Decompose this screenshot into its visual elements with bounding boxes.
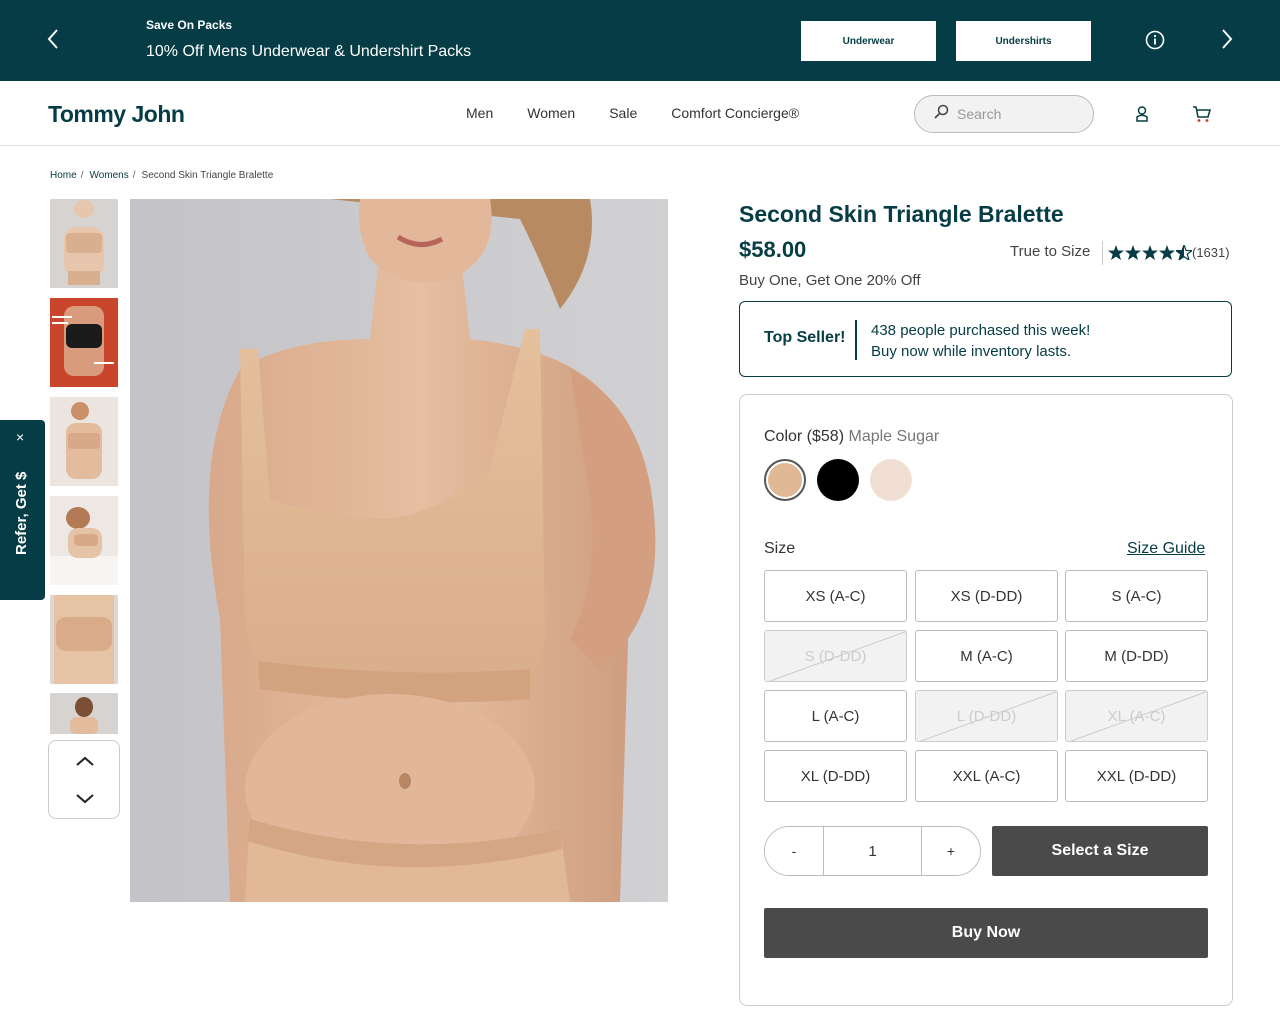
quantity-stepper: - 1 +	[764, 826, 981, 876]
size-option[interactable]: XL (A-C)	[1065, 690, 1208, 742]
fit-indicator: True to Size	[1010, 243, 1091, 260]
user-icon[interactable]	[1133, 105, 1151, 123]
breadcrumb: Home / Womens / Second Skin Triangle Bra…	[50, 170, 273, 181]
breadcrumb-current: Second Skin Triangle Bralette	[141, 170, 274, 181]
thumbnail-5[interactable]	[50, 595, 118, 684]
quantity-decrease-button[interactable]: -	[765, 827, 823, 875]
refer-tab[interactable]: × Refer, Get $	[0, 420, 45, 600]
nav-comfort-concierge[interactable]: Comfort Concierge®	[671, 105, 799, 121]
promo-kicker: Save On Packs	[146, 18, 233, 32]
product-title: Second Skin Triangle Bralette	[739, 201, 1064, 227]
star-rating[interactable]	[1108, 245, 1192, 260]
promo-banner: Save On Packs 10% Off Mens Underwear & U…	[0, 0, 1280, 81]
nav-men[interactable]: Men	[466, 105, 493, 121]
nav-women[interactable]: Women	[527, 105, 575, 121]
color-price-label: Color ($58)	[764, 428, 845, 445]
star-icon	[1142, 245, 1158, 260]
color-swatch-black[interactable]	[817, 459, 859, 501]
top-seller-tag: Top Seller!	[764, 329, 846, 346]
main-product-image[interactable]	[130, 199, 668, 902]
review-count[interactable]: (1631)	[1192, 245, 1230, 260]
size-option[interactable]: XXL (A-C)	[915, 750, 1058, 802]
undershirts-button[interactable]: Undershirts	[956, 21, 1091, 61]
search-input[interactable]	[957, 106, 1077, 122]
top-seller-message: 438 people purchased this week! Buy now …	[871, 320, 1090, 362]
rating-divider	[1102, 241, 1103, 265]
star-icon	[1125, 245, 1141, 260]
size-option[interactable]: S (A-C)	[1065, 570, 1208, 622]
thumbnail-6[interactable]	[50, 693, 118, 734]
chevron-up-icon[interactable]	[73, 751, 97, 771]
close-icon[interactable]: ×	[16, 429, 24, 445]
size-option[interactable]: L (A-C)	[764, 690, 907, 742]
size-label: Size	[764, 540, 796, 557]
chevron-down-icon[interactable]	[73, 789, 97, 809]
size-option[interactable]: XS (D-DD)	[915, 570, 1058, 622]
color-swatch-light[interactable]	[870, 459, 912, 501]
half-star-icon	[1176, 245, 1192, 260]
purchase-options-card: Color ($58) Maple Sugar Size Size Guide …	[739, 394, 1233, 1006]
chevron-right-icon[interactable]	[1212, 24, 1242, 54]
logo[interactable]: Tommy John	[48, 101, 185, 128]
size-option[interactable]: XS (A-C)	[764, 570, 907, 622]
color-label: Color ($58) Maple Sugar	[764, 428, 939, 446]
search-icon	[933, 104, 949, 125]
search-box[interactable]	[914, 95, 1094, 133]
top-seller-box: Top Seller! 438 people purchased this we…	[739, 301, 1232, 377]
thumbnail-nav	[48, 740, 120, 819]
thumbnail-2[interactable]	[50, 298, 118, 387]
top-seller-line: 438 people purchased this week!	[871, 322, 1091, 339]
size-option[interactable]: XL (D-DD)	[764, 750, 907, 802]
product-price: $58.00	[739, 237, 807, 262]
info-icon[interactable]	[1145, 30, 1165, 50]
breadcrumb-womens[interactable]: Womens	[89, 170, 128, 181]
promo-text: 10% Off Mens Underwear & Undershirt Pack…	[146, 43, 472, 60]
cart-icon[interactable]	[1192, 105, 1212, 123]
underwear-button[interactable]: Underwear	[801, 21, 936, 61]
main-nav: Men Women Sale Comfort Concierge®	[466, 105, 799, 121]
chevron-left-icon[interactable]	[38, 24, 68, 54]
refer-label[interactable]: Refer, Get $	[13, 455, 30, 555]
site-header: Tommy John Men Women Sale Comfort Concie…	[0, 81, 1280, 146]
size-option[interactable]: M (A-C)	[915, 630, 1058, 682]
star-icon	[1108, 245, 1124, 260]
size-option[interactable]: XXL (D-DD)	[1065, 750, 1208, 802]
breadcrumb-separator: /	[132, 170, 136, 181]
breadcrumb-home[interactable]: Home	[50, 170, 77, 181]
color-swatch-maple-sugar[interactable]	[764, 459, 806, 501]
nav-sale[interactable]: Sale	[609, 105, 637, 121]
star-icon	[1159, 245, 1175, 260]
buy-now-button[interactable]: Buy Now	[764, 908, 1208, 958]
thumbnail-1[interactable]	[50, 199, 118, 288]
size-option[interactable]: M (D-DD)	[1065, 630, 1208, 682]
size-option[interactable]: S (D-DD)	[764, 630, 907, 682]
breadcrumb-separator: /	[80, 170, 84, 181]
thumbnail-3[interactable]	[50, 397, 118, 486]
top-seller-line: Buy now while inventory lasts.	[871, 343, 1072, 360]
top-seller-divider	[855, 320, 857, 360]
selected-color-name: Maple Sugar	[848, 428, 940, 445]
thumbnail-4[interactable]	[50, 496, 118, 585]
quantity-value[interactable]: 1	[823, 827, 922, 875]
bogo-promo: Buy One, Get One 20% Off	[739, 272, 921, 289]
size-option[interactable]: L (D-DD)	[915, 690, 1058, 742]
size-guide-link[interactable]: Size Guide	[1127, 540, 1205, 558]
quantity-increase-button[interactable]: +	[922, 827, 980, 875]
select-size-button[interactable]: Select a Size	[992, 826, 1208, 876]
